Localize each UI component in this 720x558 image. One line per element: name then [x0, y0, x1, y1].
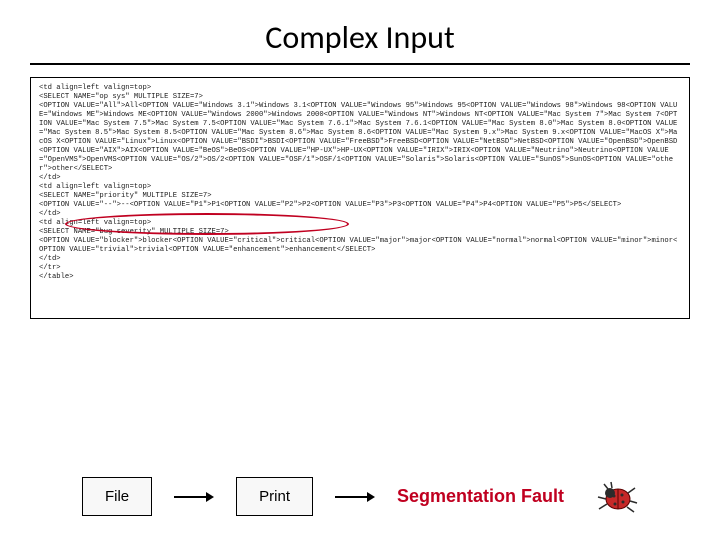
arrow-icon — [335, 490, 375, 504]
bottom-row: File Print Segmentation Fault — [0, 477, 720, 516]
code-line: </table> — [39, 273, 681, 282]
bug-icon — [594, 479, 638, 515]
code-line: <OPTION VALUE="blocker">blocker<OPTION V… — [39, 237, 681, 255]
print-button[interactable]: Print — [236, 477, 313, 516]
code-line: <OPTION VALUE="--">--<OPTION VALUE="P1">… — [39, 201, 681, 210]
title-underline — [30, 63, 690, 65]
code-line: </td> — [39, 174, 681, 183]
file-button[interactable]: File — [82, 477, 152, 516]
code-line: </tr> — [39, 264, 681, 273]
segfault-label: Segmentation Fault — [397, 486, 564, 507]
code-line: <SELECT NAME="op sys" MULTIPLE SIZE=7> — [39, 93, 681, 102]
code-line: <OPTION VALUE="All">All<OPTION VALUE="Wi… — [39, 102, 681, 174]
code-line: <td align=left valign=top> — [39, 183, 681, 192]
code-box: <td align=left valign=top> <SELECT NAME=… — [30, 77, 690, 319]
slide-title: Complex Input — [0, 18, 720, 57]
code-line: </td> — [39, 210, 681, 219]
code-line: <SELECT NAME="priority" MULTIPLE SIZE=7> — [39, 192, 681, 201]
code-line: <SELECT NAME="bug severity" MULTIPLE SIZ… — [39, 228, 681, 237]
code-line: </td> — [39, 255, 681, 264]
code-line: <td align=left valign=top> — [39, 84, 681, 93]
arrow-icon — [174, 490, 214, 504]
code-line: <td align=left valign=top> — [39, 219, 681, 228]
